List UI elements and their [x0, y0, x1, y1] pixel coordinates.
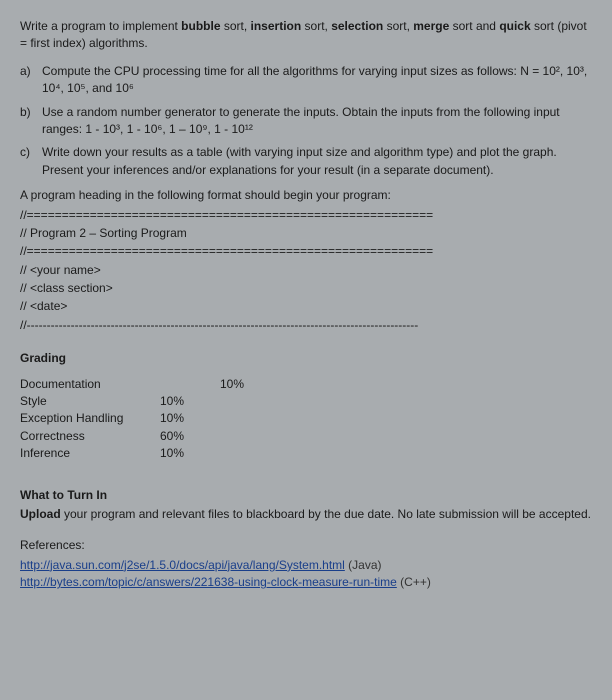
references-section: References: http://java.sun.com/j2se/1.5…	[20, 537, 592, 591]
code-line-4: // <your name>	[20, 262, 592, 279]
intro-text: Write a program to implement	[20, 19, 181, 33]
grading-value: 10%	[160, 393, 220, 410]
grading-label: Correctness	[20, 428, 160, 445]
grading-row-correctness: Correctness 60%	[20, 428, 592, 445]
turnin-upload-bold: Upload	[20, 507, 61, 521]
grading-row-documentation: Documentation 10%	[20, 376, 592, 393]
grading-row-exception: Exception Handling 10%	[20, 410, 592, 427]
intro-bold-insertion: insertion	[251, 19, 302, 33]
item-a: a) Compute the CPU processing time for a…	[20, 63, 592, 98]
reference-link-cpp[interactable]: http://bytes.com/topic/c/answers/221638-…	[20, 575, 397, 589]
intro-paragraph: Write a program to implement bubble sort…	[20, 18, 592, 53]
grading-label: Inference	[20, 445, 160, 462]
item-a-label: a)	[20, 63, 42, 98]
item-b: b) Use a random number generator to gene…	[20, 104, 592, 139]
intro-bold-quick: quick	[499, 19, 530, 33]
grading-label: Documentation	[20, 376, 160, 393]
reference-2: http://bytes.com/topic/c/answers/221638-…	[20, 574, 592, 591]
item-list: a) Compute the CPU processing time for a…	[20, 63, 592, 179]
grading-value: 60%	[160, 428, 220, 445]
grading-value: 10%	[160, 445, 220, 462]
reference-1: http://java.sun.com/j2se/1.5.0/docs/api/…	[20, 557, 592, 574]
heading-instruction: A program heading in the following forma…	[20, 187, 592, 204]
intro-bold-merge: merge	[413, 19, 449, 33]
reference-link-java[interactable]: http://java.sun.com/j2se/1.5.0/docs/api/…	[20, 558, 345, 572]
grading-row-style: Style 10%	[20, 393, 592, 410]
code-line-1: //======================================…	[20, 207, 592, 224]
item-b-text: Use a random number generator to generat…	[42, 104, 592, 139]
item-a-text: Compute the CPU processing time for all …	[42, 63, 592, 98]
code-header-block: //======================================…	[20, 207, 592, 335]
intro-bold-bubble: bubble	[181, 19, 220, 33]
grading-value: 10%	[220, 376, 280, 393]
code-line-2: // Program 2 – Sorting Program	[20, 225, 592, 242]
code-line-3: //======================================…	[20, 243, 592, 260]
code-line-6: // <date>	[20, 298, 592, 315]
grading-section: Grading Documentation 10% Style 10% Exce…	[20, 350, 592, 462]
grading-title: Grading	[20, 350, 592, 367]
turnin-text: Upload your program and relevant files t…	[20, 506, 592, 523]
grading-label: Style	[20, 393, 160, 410]
turnin-title: What to Turn In	[20, 487, 592, 504]
turnin-section: What to Turn In Upload your program and …	[20, 487, 592, 524]
item-c-label: c)	[20, 144, 42, 179]
code-line-7: //--------------------------------------…	[20, 317, 592, 334]
code-line-5: // <class section>	[20, 280, 592, 297]
item-c-text: Write down your results as a table (with…	[42, 144, 592, 179]
intro-bold-selection: selection	[331, 19, 383, 33]
grading-value: 10%	[160, 410, 220, 427]
references-title: References:	[20, 537, 592, 554]
item-b-label: b)	[20, 104, 42, 139]
reference-paren-cpp: (C++)	[397, 575, 431, 589]
grading-label: Exception Handling	[20, 410, 160, 427]
reference-paren-java: (Java)	[345, 558, 382, 572]
item-c: c) Write down your results as a table (w…	[20, 144, 592, 179]
grading-row-inference: Inference 10%	[20, 445, 592, 462]
